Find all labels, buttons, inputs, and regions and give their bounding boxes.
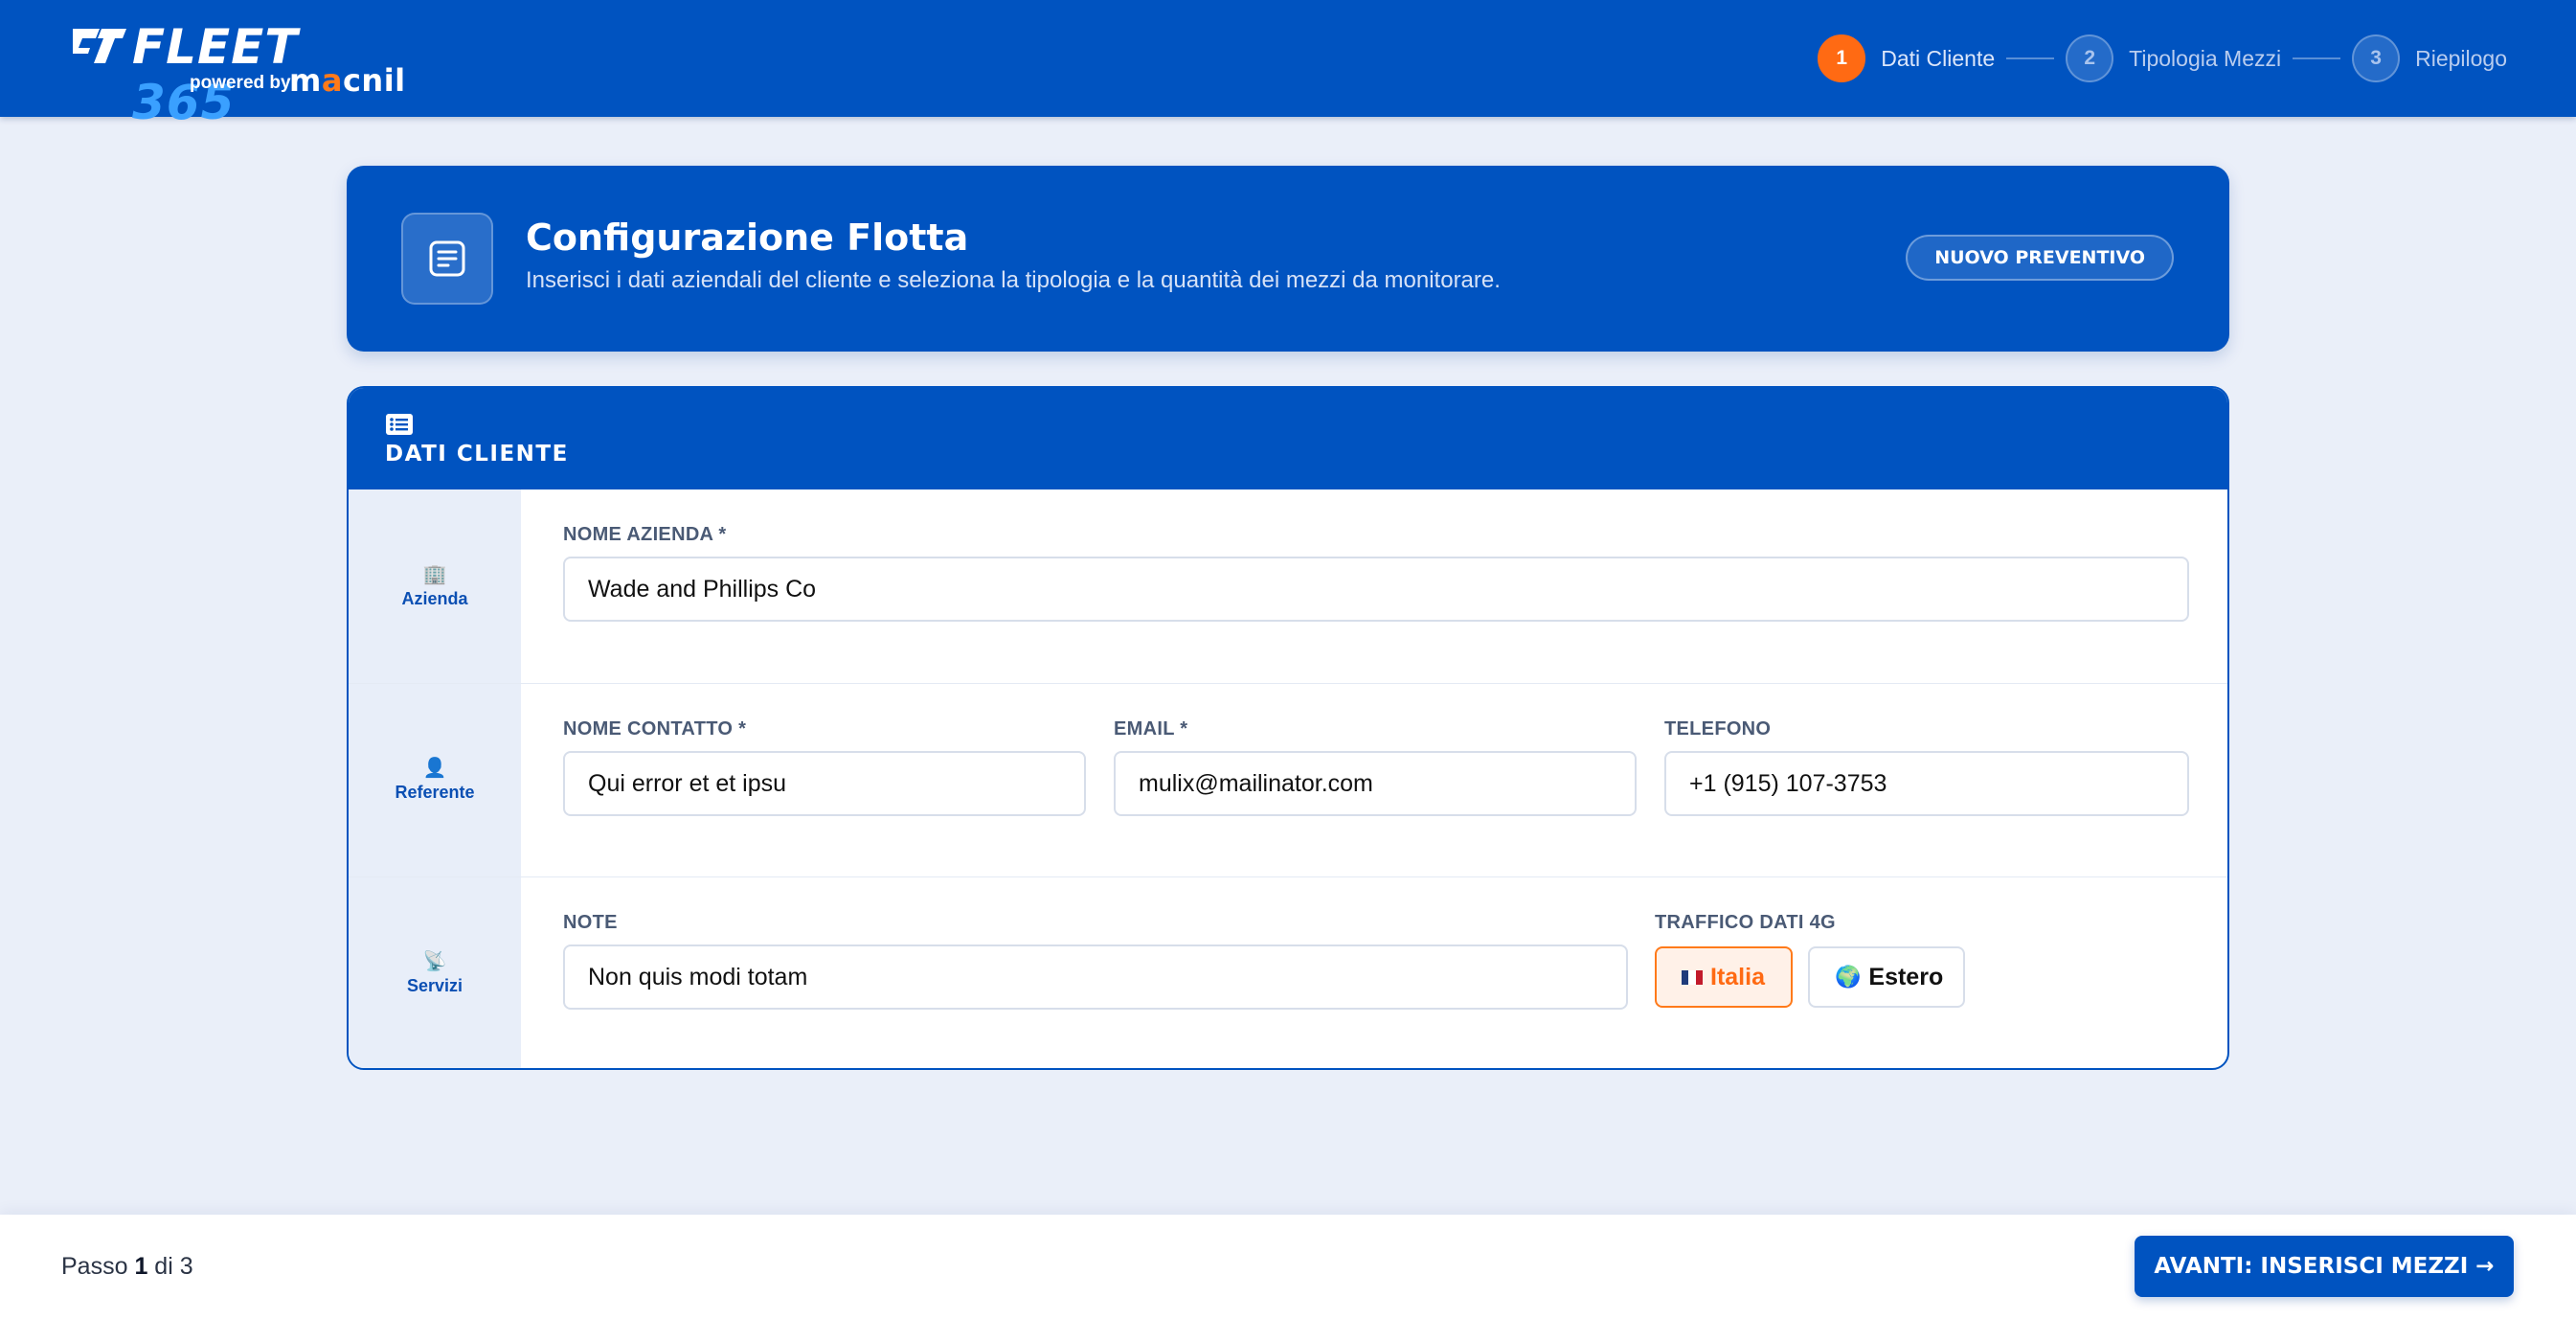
step-label: Tipologia Mezzi (2129, 45, 2282, 71)
traffic-label: TRAFFICO DATI 4G (1655, 912, 1836, 933)
card-header: DATI CLIENTE (349, 388, 2227, 489)
traffic-option-italia[interactable]: Italia (1655, 946, 1793, 1008)
section-label: Referente (395, 783, 475, 802)
page-subtitle: Inserisci i dati aziendali del cliente e… (526, 267, 1501, 293)
step-number: 2 (2066, 34, 2114, 82)
note-label: NOTE (563, 912, 618, 933)
card-title: DATI CLIENTE (385, 442, 569, 467)
contact-name-label: NOME CONTATTO * (563, 718, 747, 740)
globe-icon: 🌍 (1835, 965, 1862, 989)
section-sidebar: 📡 Servizi (349, 877, 521, 1068)
section-servizi: 📡 Servizi NOTE TRAFFICO DATI 4G Italia 🌍… (349, 876, 2227, 1068)
step-label: Riepilogo (2415, 45, 2507, 71)
logo-brand: FLEET (132, 19, 299, 75)
step-number: 3 (2352, 34, 2401, 82)
phone-field[interactable] (1664, 751, 2189, 816)
section-referente: 👤 Referente NOME CONTATTO * EMAIL * TELE… (349, 683, 2227, 876)
section-sidebar: 👤 Referente (349, 684, 521, 876)
step-indicator: Passo 1 di 3 (61, 1253, 193, 1281)
step-dati-cliente[interactable]: 1 Dati Cliente (1818, 34, 1995, 82)
new-quote-button[interactable]: NUOVO PREVENTIVO (1906, 235, 2174, 281)
step-riepilogo[interactable]: 3 Riepilogo (2352, 34, 2507, 82)
section-label: Azienda (401, 588, 468, 608)
client-data-card: DATI CLIENTE 🏢 Azienda NOME AZIENDA * 👤 … (347, 386, 2229, 1070)
page-title: Configurazione Flotta (526, 216, 969, 259)
logo-powered-by: powered by (190, 73, 291, 93)
section-azienda: 🏢 Azienda NOME AZIENDA * (349, 489, 2227, 683)
step-label: Dati Cliente (1881, 45, 1996, 71)
wizard-footer: Passo 1 di 3 AVANTI: INSERISCI MEZZI → (0, 1215, 2576, 1320)
email-field[interactable] (1114, 751, 1637, 816)
step-suffix: di 3 (154, 1253, 193, 1280)
building-icon: 🏢 (422, 563, 447, 585)
contact-name-input[interactable] (563, 751, 1086, 816)
hero-banner: Configurazione Flotta Inserisci i dati a… (347, 166, 2229, 352)
email-label: EMAIL * (1114, 718, 1188, 740)
fleet365-logo[interactable]: FLEET 365 powered by macnil (67, 19, 405, 130)
phone-label: TELEFONO (1664, 718, 1772, 740)
satellite-icon: 📡 (422, 951, 447, 972)
step-connector (2006, 57, 2055, 59)
option-label: Estero (1868, 963, 1944, 990)
option-label: Italia (1710, 963, 1765, 990)
italy-flag-icon (1682, 969, 1703, 985)
gt-logo-mark-icon (73, 29, 126, 63)
next-button[interactable]: AVANTI: INSERISCI MEZZI → (2135, 1236, 2514, 1297)
wizard-stepper: 1 Dati Cliente 2 Tipologia Mezzi 3 Riepi… (1818, 34, 2507, 82)
list-icon (386, 414, 413, 435)
document-icon (401, 213, 493, 305)
company-name-input[interactable] (563, 557, 2189, 622)
company-name-label: NOME AZIENDA * (563, 524, 727, 545)
traffic-option-estero[interactable]: 🌍 Estero (1808, 946, 1965, 1008)
step-current: 1 (134, 1253, 148, 1280)
note-input[interactable] (563, 944, 1628, 1010)
section-label: Servizi (406, 976, 463, 995)
step-connector (2293, 57, 2341, 59)
step-number: 1 (1818, 34, 1866, 82)
person-icon: 👤 (422, 758, 447, 779)
section-sidebar: 🏢 Azienda (349, 489, 521, 683)
step-prefix: Passo (61, 1253, 128, 1280)
step-tipologia-mezzi[interactable]: 2 Tipologia Mezzi (2066, 34, 2281, 82)
top-header: FLEET 365 powered by macnil 1 Dati Clien… (0, 0, 2576, 130)
logo-partner: macnil (289, 62, 406, 99)
